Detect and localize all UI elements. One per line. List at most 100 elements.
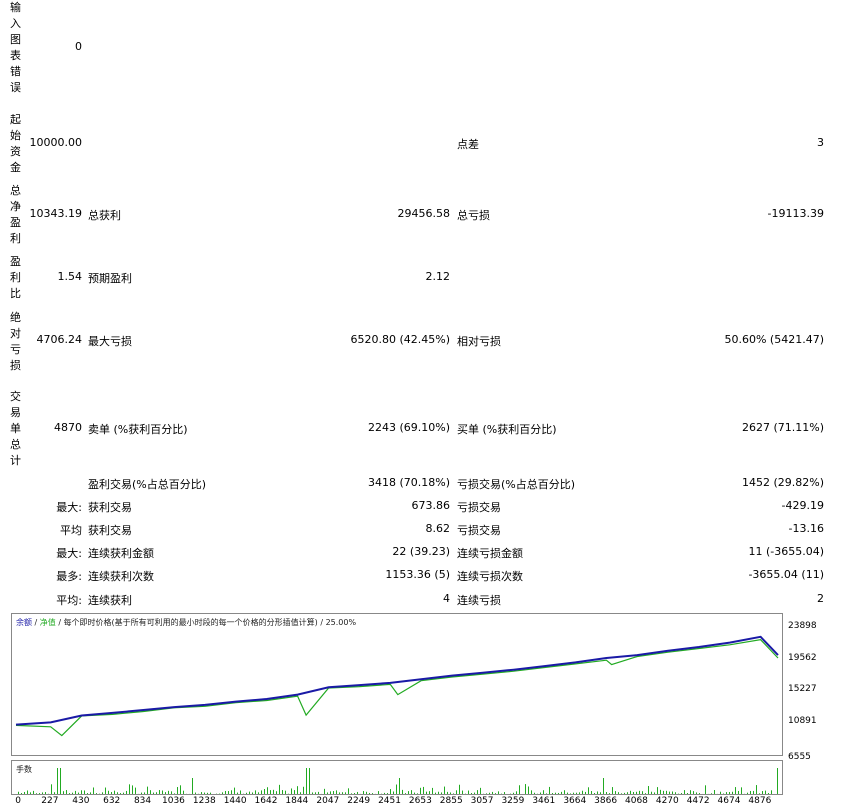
volume-bar xyxy=(408,791,409,794)
volume-bar xyxy=(624,792,625,794)
volume-bar xyxy=(627,792,628,794)
volume-bar xyxy=(552,793,553,794)
volume-bar xyxy=(690,790,691,794)
volume-bar xyxy=(711,793,712,794)
volume-bar xyxy=(549,786,550,794)
volume-bar xyxy=(234,787,235,794)
volume-bar xyxy=(30,792,31,794)
volume-bar xyxy=(249,791,250,794)
volume-bar xyxy=(201,792,202,794)
volume-bar xyxy=(606,792,607,794)
volume-bar xyxy=(615,791,616,794)
volume-bar xyxy=(54,792,55,794)
volume-bar xyxy=(306,768,307,794)
label-long-positions: 买单 (%获利百分比) xyxy=(457,423,557,436)
row-label-a: 连续获利 xyxy=(88,594,132,607)
label-expected-payoff: 预期盈利 xyxy=(88,272,132,285)
volume-bar xyxy=(309,768,310,794)
volume-bar xyxy=(735,787,736,794)
row-label-b: 亏损交易(%占总百分比) xyxy=(457,478,576,491)
label-spread: 点差 xyxy=(457,138,479,151)
volume-bar xyxy=(444,786,445,794)
value-spread: 3 xyxy=(817,136,824,149)
value-gross-profit: 29456.58 xyxy=(397,207,451,220)
volume-bar xyxy=(741,787,742,794)
volume-bar xyxy=(171,791,172,794)
volume-bar xyxy=(105,787,106,794)
volume-bar xyxy=(75,790,76,794)
volume-bar xyxy=(660,789,661,794)
legend-equity: 净值 xyxy=(39,618,56,627)
row-value-b: -13.16 xyxy=(788,522,824,535)
balance-line xyxy=(15,635,779,726)
row-value-b: -429.19 xyxy=(781,499,824,512)
value-expected-payoff: 2.12 xyxy=(425,270,451,283)
volume-bar xyxy=(636,791,637,794)
volume-bar xyxy=(318,791,319,794)
y-tick-label: 6555 xyxy=(788,752,811,762)
volume-bar xyxy=(480,787,481,794)
volume-bar xyxy=(687,793,688,794)
volume-bar xyxy=(519,785,520,794)
volume-bar xyxy=(495,793,496,794)
volume-bar xyxy=(402,789,403,794)
volume-bar xyxy=(462,790,463,794)
x-tick-label: 3866 xyxy=(594,796,618,806)
volume-bar xyxy=(696,792,697,794)
volume-bar xyxy=(102,792,103,794)
volume-bar xyxy=(267,787,268,794)
volume-bar xyxy=(765,790,766,794)
volume-bar xyxy=(159,790,160,794)
volume-bar xyxy=(390,789,391,794)
x-tick-label: 3259 xyxy=(501,796,525,806)
volume-bar xyxy=(147,786,148,794)
volume-bar xyxy=(555,792,556,794)
volume-bar xyxy=(729,792,730,794)
volume-bar xyxy=(498,791,499,794)
volume-bar xyxy=(258,792,259,794)
volume-bar xyxy=(291,788,292,794)
volume-bar xyxy=(72,792,73,794)
volume-bar xyxy=(339,792,340,794)
volume-bar xyxy=(567,792,568,794)
volume-bar xyxy=(225,790,226,794)
row-label-a: 连续获利金额 xyxy=(88,547,154,560)
volume-bar xyxy=(504,792,505,794)
volume-bar xyxy=(399,778,400,794)
equity-line xyxy=(15,639,779,737)
volume-bar xyxy=(420,787,421,794)
x-tick-label: 834 xyxy=(133,796,152,806)
volume-bar xyxy=(33,790,34,794)
volume-bar xyxy=(327,792,328,794)
volume-bar xyxy=(36,793,37,794)
volume-bar xyxy=(777,768,778,794)
volume-bar xyxy=(330,791,331,794)
volume-bar xyxy=(240,790,241,794)
x-tick-label: 1440 xyxy=(223,796,247,806)
volume-bar xyxy=(396,784,397,794)
volume-bar xyxy=(177,787,178,794)
volume-bar xyxy=(51,784,52,794)
x-tick-label: 4472 xyxy=(686,796,710,806)
row-label-a: 连续获利次数 xyxy=(88,570,154,583)
volume-bar xyxy=(303,786,304,794)
label-relative-drawdown: 相对亏损 xyxy=(457,335,501,348)
volume-bar xyxy=(279,784,280,794)
volume-bar xyxy=(81,790,82,794)
legend-balance: 余额 xyxy=(16,618,32,627)
volume-bar xyxy=(642,791,643,794)
volume-bar xyxy=(195,792,196,794)
volume-bar xyxy=(18,791,19,794)
volume-bar xyxy=(165,792,166,794)
volume-bar xyxy=(261,790,262,794)
volume-bar xyxy=(441,792,442,794)
volume-bar xyxy=(753,790,754,794)
volume-bar xyxy=(60,768,61,794)
volume-bar xyxy=(120,793,121,794)
volume-bar xyxy=(345,792,346,794)
volume-bar xyxy=(348,788,349,794)
label-max-drawdown: 最大亏损 xyxy=(88,335,132,348)
volume-bar xyxy=(411,790,412,794)
row-label-b: 连续亏损 xyxy=(457,594,501,607)
row-prefix: 平均: xyxy=(56,594,82,607)
